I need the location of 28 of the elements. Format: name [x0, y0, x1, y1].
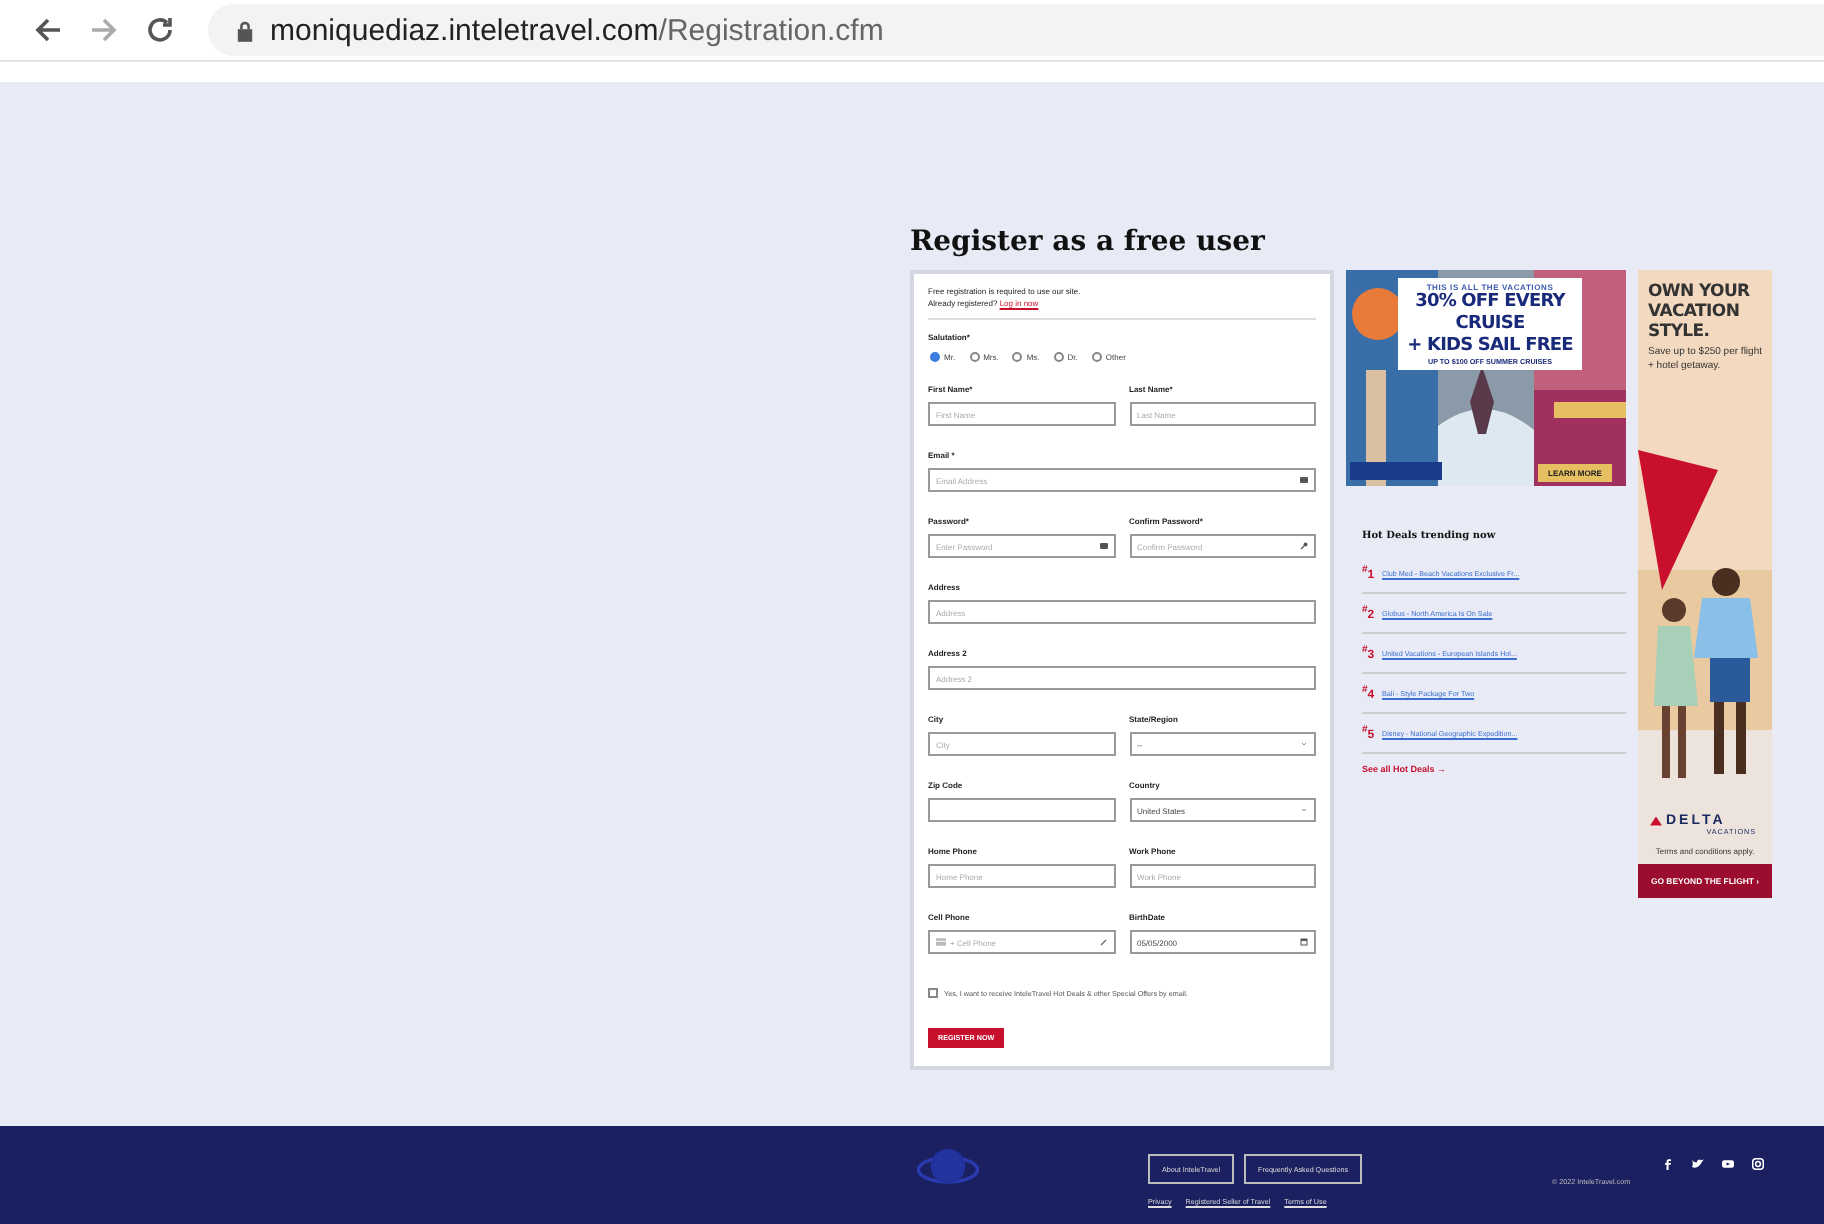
id-card-icon — [1300, 476, 1308, 484]
address-bar[interactable]: moniquediaz.inteletravel.com/Registration.cfm — [208, 4, 1824, 56]
radio-button[interactable] — [930, 352, 940, 362]
ad-headline: 30% OFF EVERY CRUISE — [1413, 292, 1568, 336]
input-field[interactable] — [928, 798, 1115, 822]
checkbox[interactable] — [928, 988, 938, 998]
facebook-icon[interactable] — [1662, 1158, 1674, 1170]
cruise-logo — [1350, 462, 1442, 480]
id-card-icon — [1099, 542, 1107, 550]
video-icon[interactable] — [1722, 1158, 1734, 1170]
back-icon[interactable] — [32, 14, 64, 46]
reload-icon[interactable] — [144, 14, 176, 46]
ad-subhead: + KIDS SAIL FREE — [1405, 336, 1575, 358]
calendar-icon — [1300, 938, 1308, 946]
triangle-icon — [1650, 816, 1662, 826]
lock-icon — [236, 19, 254, 41]
bird-icon[interactable] — [1692, 1158, 1704, 1170]
radio-button[interactable] — [1012, 352, 1023, 362]
radio-button[interactable] — [1053, 352, 1064, 362]
flag-icon — [936, 938, 946, 946]
key-icon — [1300, 542, 1308, 550]
page-title: Register as a free user — [910, 226, 1267, 258]
radio-button[interactable] — [969, 352, 980, 362]
radio-button[interactable] — [1091, 352, 1102, 362]
ad-headline: OWN YOUR VACATION STYLE. — [1648, 282, 1752, 342]
forward-icon[interactable] — [88, 14, 120, 46]
camera-icon[interactable] — [1752, 1158, 1764, 1170]
url-text: moniquediaz.inteletravel.com/Registration.cfm — [270, 13, 884, 47]
